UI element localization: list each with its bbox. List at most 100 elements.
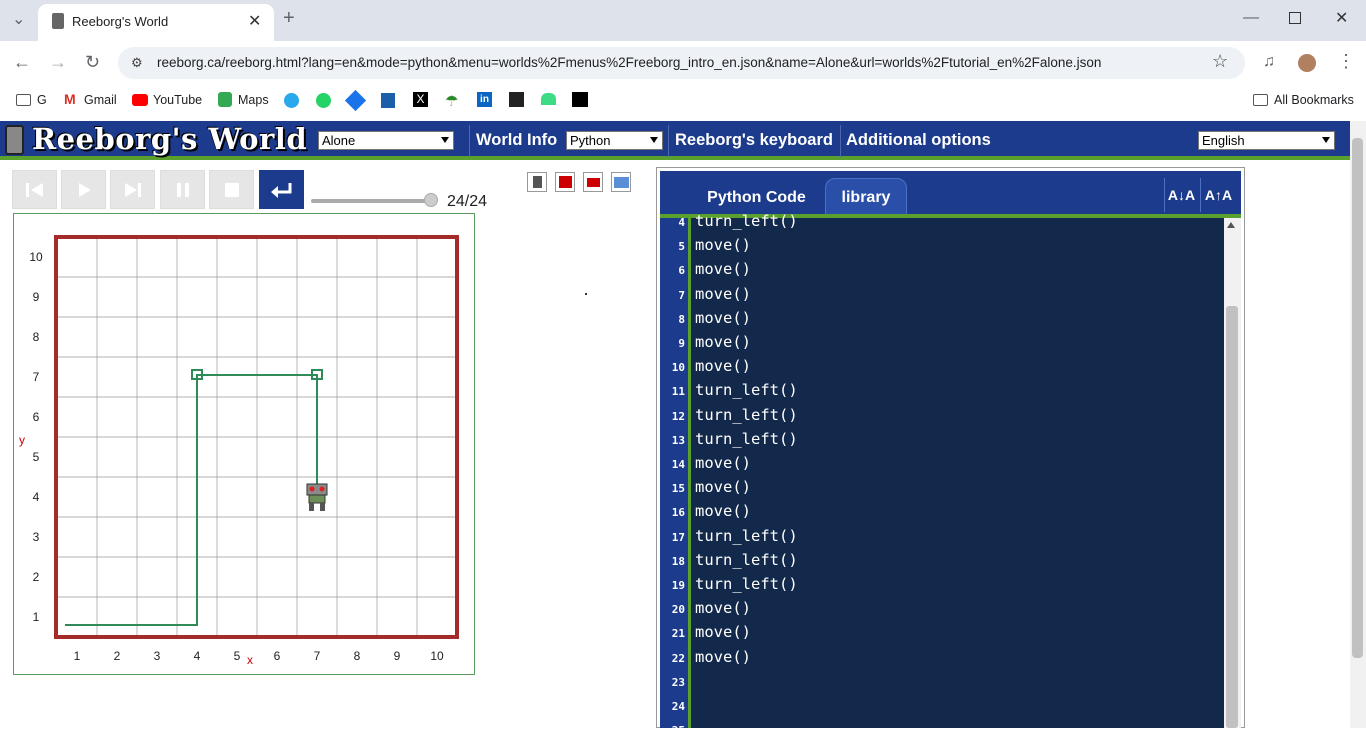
x-tick-label: 2 bbox=[114, 649, 121, 663]
code-line[interactable]: turn_left() bbox=[695, 575, 798, 593]
line-number: 21 bbox=[671, 627, 685, 641]
url-text: reeborg.ca/reeborg.html?lang=en&mode=pyt… bbox=[157, 55, 1102, 70]
robot-icon bbox=[306, 483, 328, 511]
code-line[interactable]: move() bbox=[695, 236, 751, 254]
line-number: 6 bbox=[678, 264, 685, 278]
bookmark-star-icon[interactable]: ☆ bbox=[1212, 51, 1228, 72]
mode-select[interactable]: Python bbox=[566, 131, 663, 150]
bookmark-youtube[interactable]: YouTube bbox=[153, 93, 202, 107]
additional-options-button[interactable]: Additional options bbox=[846, 131, 991, 150]
world-editor-icon[interactable] bbox=[583, 172, 603, 192]
restore-icon[interactable] bbox=[1289, 12, 1301, 24]
code-line[interactable]: move() bbox=[695, 623, 751, 641]
code-line[interactable]: turn_left() bbox=[695, 551, 798, 569]
code-line[interactable]: move() bbox=[695, 478, 751, 496]
font-decrease-button[interactable]: A↓A bbox=[1164, 178, 1198, 212]
info-panel-icon[interactable] bbox=[611, 172, 631, 192]
run-button[interactable] bbox=[61, 170, 106, 209]
bookmark-book-icon[interactable] bbox=[381, 93, 395, 108]
profile-avatar[interactable] bbox=[1298, 54, 1316, 72]
telegram-icon[interactable] bbox=[284, 93, 299, 108]
language-select[interactable]: English bbox=[1198, 131, 1335, 150]
reload-world-button[interactable] bbox=[259, 170, 304, 209]
code-line[interactable]: turn_left() bbox=[695, 381, 798, 399]
x-icon[interactable]: X bbox=[413, 92, 428, 107]
bookmark-green-icon[interactable]: ☂ bbox=[445, 92, 458, 110]
robot-part bbox=[320, 503, 325, 511]
android-icon[interactable] bbox=[541, 93, 556, 105]
code-line[interactable]: move() bbox=[695, 333, 751, 351]
code-line[interactable]: move() bbox=[695, 357, 751, 375]
code-line[interactable]: move() bbox=[695, 285, 751, 303]
x-tick-label: 1 bbox=[74, 649, 81, 663]
code-line[interactable]: move() bbox=[695, 502, 751, 520]
line-number: 25 bbox=[671, 724, 685, 737]
line-number: 23 bbox=[671, 675, 685, 689]
forward-icon[interactable]: → bbox=[49, 53, 67, 71]
line-number: 9 bbox=[678, 337, 685, 350]
y-tick-label: 7 bbox=[33, 370, 40, 384]
address-bar[interactable]: ⚙ reeborg.ca/reeborg.html?lang=en&mode=p… bbox=[118, 47, 1245, 79]
media-icon[interactable]: ♫ bbox=[1263, 54, 1275, 70]
step-button[interactable] bbox=[110, 170, 155, 209]
gmail-icon: M bbox=[64, 91, 76, 107]
keyboard-button[interactable]: Reeborg's keyboard bbox=[675, 131, 833, 150]
line-number: 16 bbox=[671, 506, 685, 520]
stop-button[interactable] bbox=[209, 170, 254, 209]
robot-part bbox=[308, 494, 326, 504]
bookmark-black-icon[interactable] bbox=[572, 92, 588, 107]
robot-model-icon[interactable] bbox=[527, 172, 547, 192]
back-icon[interactable]: ← bbox=[13, 53, 31, 71]
line-number: 18 bbox=[671, 554, 685, 568]
reverse-step-button[interactable] bbox=[12, 170, 57, 209]
code-line[interactable]: move() bbox=[695, 260, 751, 278]
bookmark-g[interactable]: G bbox=[37, 93, 47, 107]
code-line[interactable]: move() bbox=[695, 648, 751, 666]
site-title: Reeborg's World bbox=[32, 122, 308, 156]
bookmark-maps[interactable]: Maps bbox=[238, 93, 269, 107]
new-tab-icon[interactable]: + bbox=[283, 8, 295, 28]
stray-dot bbox=[585, 293, 587, 295]
browser-tab[interactable]: Reeborg's World ✕ bbox=[38, 4, 274, 41]
all-bookmarks[interactable]: All Bookmarks bbox=[1274, 93, 1354, 107]
speed-slider-track[interactable] bbox=[311, 199, 437, 203]
mode-select-value: Python bbox=[570, 133, 611, 148]
all-bookmarks-folder-icon bbox=[1253, 94, 1268, 106]
linkedin-icon[interactable]: in bbox=[477, 92, 492, 107]
tab-search-icon[interactable]: ⌄ bbox=[12, 12, 25, 28]
code-line[interactable]: turn_left() bbox=[695, 406, 798, 424]
line-number: 17 bbox=[671, 530, 685, 544]
code-line[interactable]: turn_left() bbox=[695, 430, 798, 448]
whatsapp-icon[interactable] bbox=[316, 93, 331, 108]
close-window-icon[interactable]: ✕ bbox=[1335, 11, 1348, 27]
highlight-icon[interactable] bbox=[555, 172, 575, 192]
menu-icon[interactable]: ⋮ bbox=[1337, 52, 1355, 70]
robot-part bbox=[319, 486, 325, 492]
x-tick-label: 6 bbox=[274, 649, 281, 663]
pause-button[interactable] bbox=[160, 170, 205, 209]
code-line[interactable]: move() bbox=[695, 309, 751, 327]
x-axis-label: x bbox=[247, 653, 253, 667]
code-line[interactable]: turn_left() bbox=[695, 527, 798, 545]
bookmark-gmail[interactable]: Gmail bbox=[84, 93, 117, 107]
code-line[interactable]: move() bbox=[695, 599, 751, 617]
maps-icon bbox=[218, 92, 232, 107]
reload-icon[interactable]: ↻ bbox=[85, 53, 100, 71]
code-line[interactable]: turn_left() bbox=[695, 212, 798, 230]
font-increase-button[interactable]: A↑A bbox=[1200, 178, 1236, 212]
tab-library[interactable]: library bbox=[825, 178, 907, 218]
tab-title: Reeborg's World bbox=[72, 14, 169, 29]
close-tab-icon[interactable]: ✕ bbox=[248, 11, 261, 31]
line-number: 13 bbox=[671, 433, 685, 447]
site-info-icon[interactable]: ⚙ bbox=[131, 55, 143, 71]
world-select[interactable]: Alone bbox=[318, 131, 454, 150]
code-line[interactable]: move() bbox=[695, 454, 751, 472]
bookmark-dark-icon[interactable] bbox=[509, 92, 524, 107]
code-area[interactable] bbox=[691, 218, 1224, 728]
page-scroll-thumb[interactable] bbox=[1352, 138, 1363, 658]
editor-scroll-thumb[interactable] bbox=[1226, 306, 1238, 728]
scroll-up-icon[interactable] bbox=[1227, 222, 1235, 228]
minimize-icon[interactable]: — bbox=[1243, 10, 1259, 26]
speed-slider-handle[interactable] bbox=[424, 193, 438, 207]
world-info-button[interactable]: World Info bbox=[476, 131, 557, 150]
